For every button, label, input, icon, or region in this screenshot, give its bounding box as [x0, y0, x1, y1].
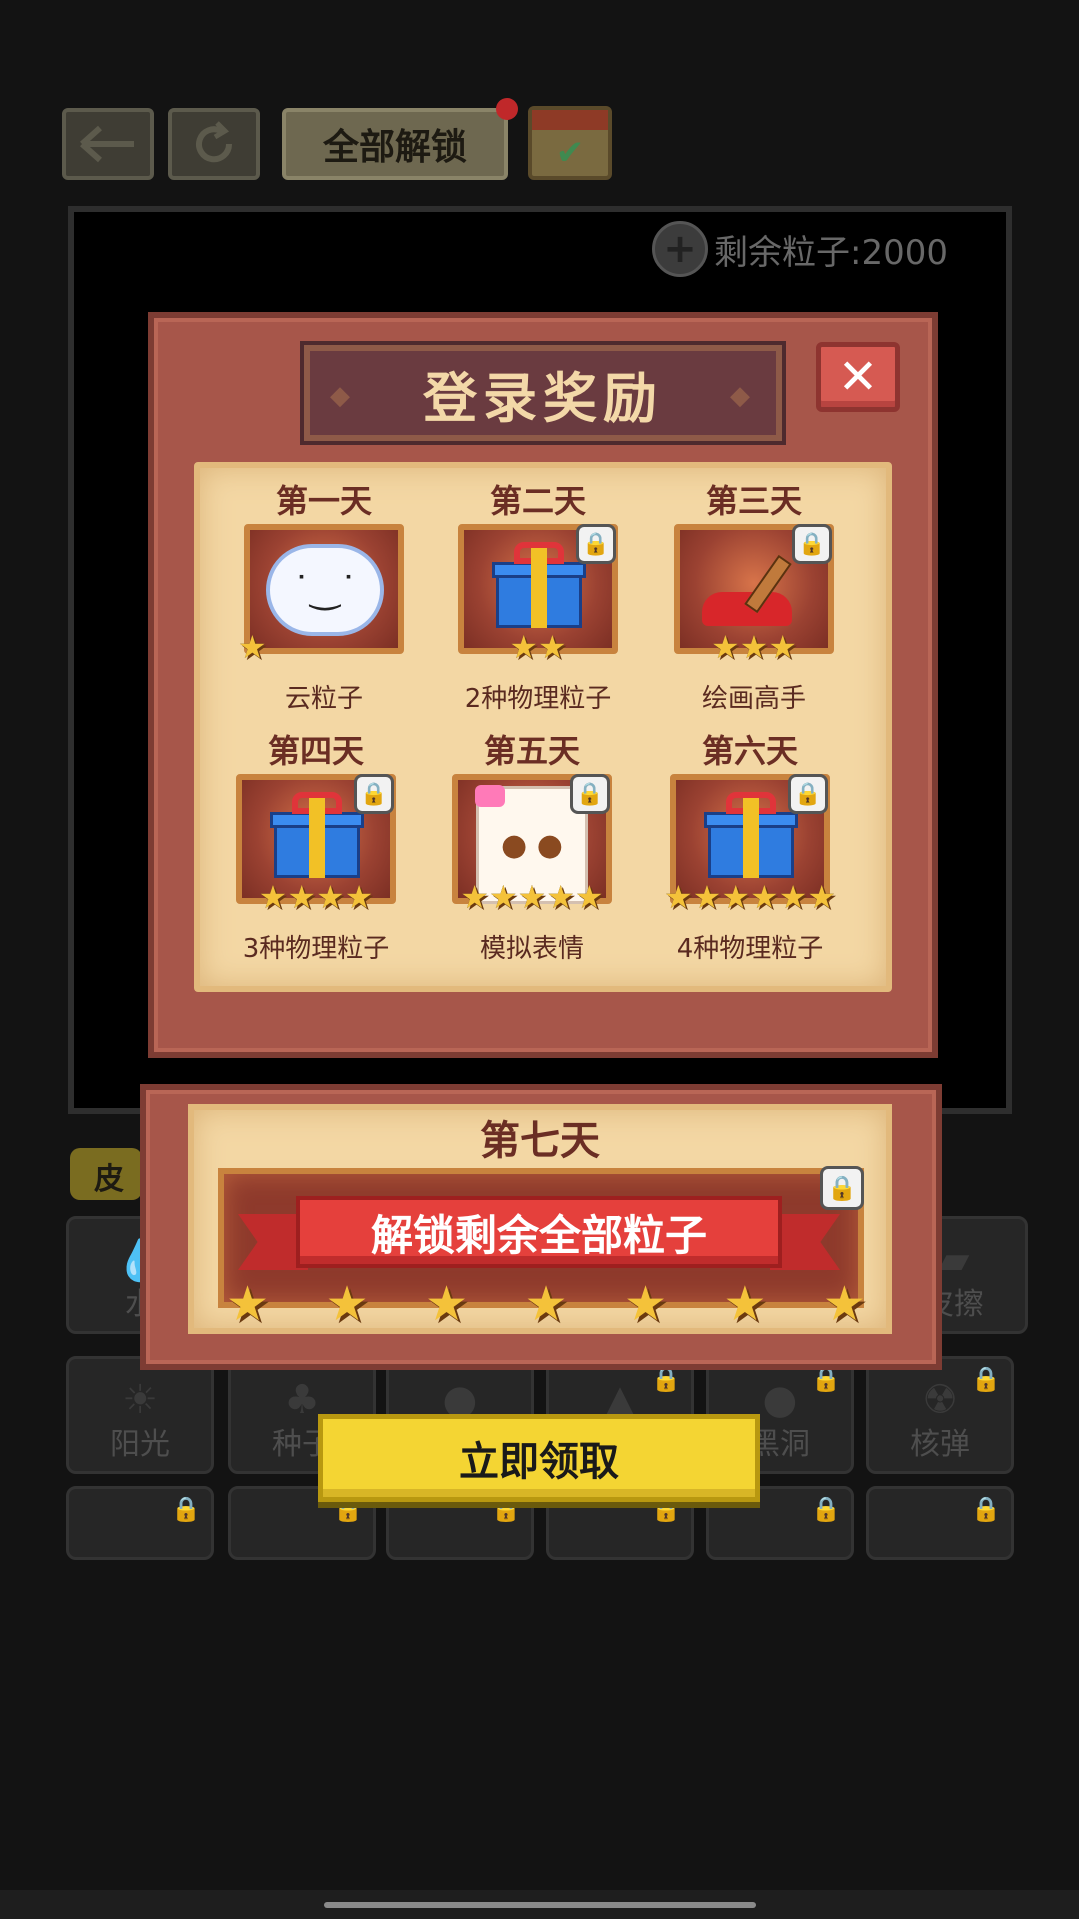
star-icon: ★: [723, 1276, 767, 1332]
particle-counter: + 剩余粒子:2000: [652, 221, 948, 277]
calendar-button[interactable]: ✔: [528, 106, 612, 180]
reward-box: ˙‿˙ ★: [238, 524, 404, 666]
day-title: 第四天: [267, 732, 364, 770]
particles-label: 剩余粒子:2000: [714, 232, 948, 273]
day-6-reward[interactable]: 第六天 🔒 ★★★★★★ 4种物理粒子: [654, 726, 846, 965]
reward-box: 🔒 ★★: [458, 524, 618, 666]
close-button[interactable]: ✕: [816, 342, 900, 412]
day-title: 第三天: [705, 482, 802, 520]
skin-tab-label: 皮: [94, 1162, 124, 1197]
day-label: 绘画高手: [701, 684, 806, 714]
star-icon: ★: [325, 1276, 369, 1332]
claim-now-button[interactable]: 立即领取: [318, 1414, 760, 1502]
tool-person[interactable]: 🔒: [866, 1486, 1014, 1560]
lock-icon: 🔒: [792, 524, 832, 564]
add-particles-icon[interactable]: +: [652, 221, 708, 277]
cloud-icon: ˙‿˙: [266, 544, 384, 636]
blackhole-icon: ●: [762, 1377, 798, 1423]
seed-icon: ♣: [284, 1377, 320, 1423]
unlock-all-label: 全部解锁: [322, 127, 467, 168]
tool-label: 核弹: [910, 1427, 970, 1462]
arrow-left-icon: [80, 125, 134, 163]
day-label: 2种物理粒子: [464, 684, 612, 714]
gift-icon: [704, 792, 798, 878]
star-icon: ★: [424, 1276, 468, 1332]
paintbrush-icon: [702, 552, 812, 632]
day-label: 3种物理粒子: [242, 934, 390, 964]
day-label: 云粒子: [284, 684, 363, 714]
reward-box: 🔒 ★★★★★★: [664, 774, 836, 916]
day-title: 第六天: [701, 732, 798, 770]
star-icon: ★: [524, 1276, 568, 1332]
star-rating: ★★★: [710, 628, 798, 666]
lock-icon: 🔒: [576, 524, 616, 564]
sun-icon: ☀: [122, 1377, 158, 1423]
tool-nuke[interactable]: ☢ 🔒 核弹: [866, 1356, 1014, 1474]
lock-icon: 🔒: [570, 774, 610, 814]
day-7-banner: 解锁剩余全部粒子: [296, 1196, 782, 1268]
star-icon: ★: [623, 1276, 667, 1332]
day-title: 第二天: [489, 482, 586, 520]
day-label: 模拟表情: [479, 934, 584, 964]
lock-icon: 🔒: [171, 1495, 201, 1523]
lock-icon: 🔒: [971, 1365, 1001, 1393]
dialog-title: 登录奖励: [300, 341, 786, 445]
tool-sun[interactable]: ☀ 阳光: [66, 1356, 214, 1474]
tool-fire[interactable]: 🔒: [66, 1486, 214, 1560]
calendar-header: [532, 110, 608, 130]
nuke-icon: ☢: [922, 1377, 958, 1423]
dialog-title-text: 登录奖励: [423, 366, 663, 430]
star-rating: ★: [238, 628, 267, 666]
day-2-reward[interactable]: 第二天 🔒 ★★ 2种物理粒子: [442, 476, 634, 715]
unlock-all-button[interactable]: 全部解锁: [282, 98, 518, 180]
day-1-reward[interactable]: 第一天 ˙‿˙ ★ 云粒子: [228, 476, 420, 715]
day-title: 第五天: [483, 732, 580, 770]
day-5-reward[interactable]: 第五天 ● ● 🔒 ★★★★★ 模拟表情: [436, 726, 628, 965]
close-icon: ✕: [837, 349, 879, 405]
day-7-title: 第七天: [480, 1118, 600, 1164]
day-label: 4种物理粒子: [676, 934, 824, 964]
lock-icon: 🔒: [820, 1166, 864, 1210]
lock-icon: 🔒: [354, 774, 394, 814]
star-icon: ★: [226, 1276, 270, 1332]
star-rating: ★★★★★★: [663, 878, 837, 916]
tool-label: 阳光: [110, 1427, 170, 1462]
system-nav-bar: [0, 1890, 1079, 1919]
notification-dot: [496, 98, 518, 120]
lock-icon: 🔒: [811, 1495, 841, 1523]
calendar-check-icon: ✔: [555, 133, 585, 173]
eraser-icon: ▰: [938, 1237, 970, 1283]
gift-icon: [270, 792, 364, 878]
day-3-reward[interactable]: 第三天 🔒 ★★★ 绘画高手: [658, 476, 850, 715]
lock-icon: 🔒: [788, 774, 828, 814]
star-rating: ★★★★★: [460, 878, 604, 916]
gift-icon: [492, 542, 586, 628]
home-indicator[interactable]: [324, 1902, 756, 1908]
star-rating: ★★★★: [258, 878, 374, 916]
reward-box: ● ● 🔒 ★★★★★: [452, 774, 612, 916]
claim-now-label: 立即领取: [459, 1439, 619, 1485]
refresh-icon: [196, 121, 233, 163]
star-rating: ★★: [509, 628, 567, 666]
skin-tab[interactable]: 皮: [70, 1148, 142, 1200]
reward-box: 🔒 ★★★: [674, 524, 834, 666]
refresh-button[interactable]: [168, 108, 260, 180]
day-4-reward[interactable]: 第四天 🔒 ★★★★ 3种物理粒子: [220, 726, 412, 965]
reward-box: 🔒 ★★★★: [236, 774, 396, 916]
star-icon: ★: [822, 1276, 866, 1332]
day-7-banner-text: 解锁剩余全部粒子: [370, 1210, 707, 1260]
lock-icon: 🔒: [971, 1495, 1001, 1523]
day-7-star-rating: ★ ★ ★ ★ ★ ★ ★: [226, 1276, 866, 1332]
back-button[interactable]: [62, 108, 154, 180]
day-title: 第一天: [275, 482, 372, 520]
